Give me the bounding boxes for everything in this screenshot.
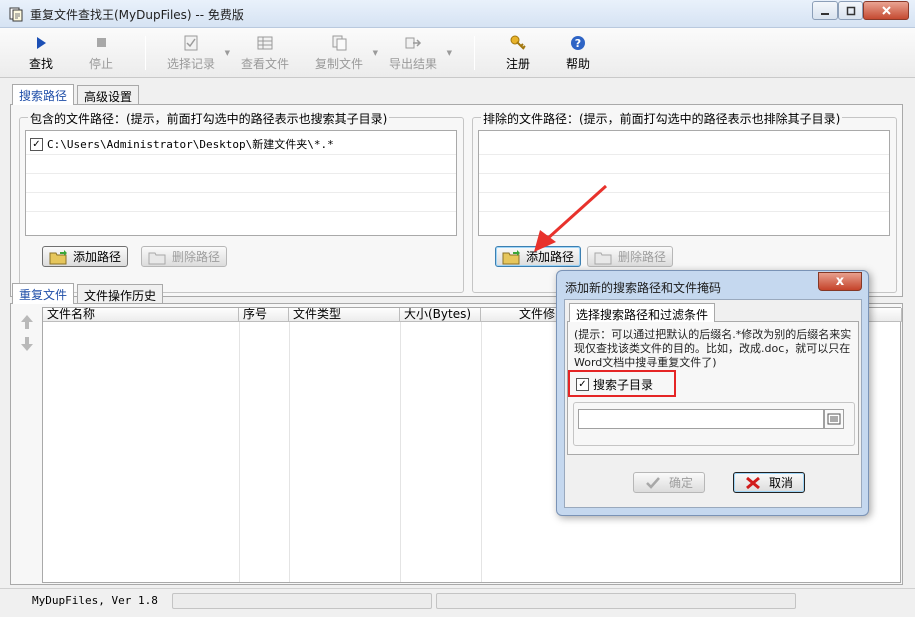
minimize-icon (821, 12, 829, 15)
help-button[interactable]: ? 帮助 (545, 31, 611, 75)
tab-file-history[interactable]: 文件操作历史 (77, 284, 164, 304)
arrow-up-icon[interactable] (18, 313, 36, 331)
list-item[interactable]: ✓ C:\Users\Administrator\Desktop\新建文件夹\*… (30, 136, 334, 152)
include-paths-group: 包含的文件路径：(提示，前面打勾选中的路径表示也搜索其子目录) ✓ C:\Use… (19, 110, 464, 293)
folder-remove-icon (148, 252, 166, 264)
dialog-close-button[interactable]: x (818, 272, 862, 291)
include-paths-list[interactable]: ✓ C:\Users\Administrator\Desktop\新建文件夹\*… (25, 130, 457, 236)
checklist-icon (184, 35, 198, 51)
export-results-button[interactable]: 导出结果 ▼ (380, 31, 452, 75)
dropdown-arrow-icon[interactable]: ▼ (225, 49, 230, 57)
tab-advanced-settings[interactable]: 高级设置 (77, 85, 140, 105)
title-bar: 重复文件查找王(MyDupFiles) -- 免费版 (0, 0, 915, 28)
version-label: MyDupFiles, Ver 1.8 (32, 594, 158, 607)
minimize-button[interactable] (812, 1, 838, 20)
path-input[interactable] (578, 409, 824, 429)
path-input-group (573, 402, 855, 446)
add-path-button[interactable]: 添加路径 (42, 246, 129, 267)
annotation-arrow (534, 184, 608, 252)
select-records-button[interactable]: 选择记录 ▼ (158, 31, 230, 75)
copy-file-button[interactable]: 复制文件 ▼ (306, 31, 378, 75)
status-cell (436, 593, 796, 609)
remove-path-button[interactable]: 删除路径 (141, 246, 228, 267)
status-cell (172, 593, 432, 609)
close-icon: x (835, 274, 845, 289)
check-icon (646, 476, 660, 489)
svg-text:?: ? (575, 37, 581, 50)
close-icon (881, 6, 891, 15)
window-title: 重复文件查找王(MyDupFiles) -- 免费版 (30, 8, 244, 22)
view-file-button[interactable]: 查看文件 (232, 31, 298, 75)
include-paths-legend: 包含的文件路径：(提示，前面打勾选中的路径表示也搜索其子目录) (28, 110, 390, 127)
browse-icon (827, 413, 841, 425)
folder-add-icon (49, 249, 67, 264)
dialog-body: 选择搜索路径和过滤条件 (提示：可以通过把默认的后缀名.*修改为别的后缀名来实现… (564, 299, 862, 508)
column-header-size[interactable]: 大小(Bytes) (400, 308, 481, 322)
maximize-button[interactable] (838, 1, 863, 20)
ok-button[interactable]: 确定 (633, 472, 705, 493)
add-path-dialog: 添加新的搜索路径和文件掩码 x 选择搜索路径和过滤条件 (提示：可以通过把默认的… (556, 270, 869, 516)
path-checkbox[interactable]: ✓ (30, 137, 43, 151)
app-icon (9, 7, 23, 22)
arrow-down-icon[interactable] (18, 335, 36, 353)
stop-icon (97, 38, 106, 47)
copy-icon (332, 35, 347, 51)
export-icon (405, 37, 422, 49)
column-header-file-name[interactable]: 文件名称 (43, 308, 239, 322)
dropdown-arrow-icon[interactable]: ▼ (373, 49, 378, 57)
register-button[interactable]: 注册 (485, 31, 551, 75)
play-icon (37, 37, 46, 49)
tab-search-path[interactable]: 搜索路径 (12, 84, 75, 105)
dropdown-arrow-icon[interactable]: ▼ (447, 49, 452, 57)
path-filter-panel: (提示：可以通过把默认的后缀名.*修改为别的后缀名来实现仅查找该类文件的目的。比… (567, 321, 859, 455)
highlight-box (568, 370, 676, 397)
column-header-index[interactable]: 序号 (239, 308, 289, 322)
cancel-icon (746, 476, 760, 489)
close-button[interactable] (863, 1, 909, 20)
search-button[interactable]: 查找 (8, 31, 74, 75)
key-icon (510, 35, 526, 50)
browse-folder-button[interactable] (824, 409, 844, 429)
path-text: C:\Users\Administrator\Desktop\新建文件夹\*.* (47, 138, 334, 151)
maximize-icon (846, 6, 855, 15)
toolbar-separator (474, 36, 475, 70)
table-icon (257, 36, 273, 50)
toolbar: 查找 停止 选择记录 ▼ 查看文件 复制文件 ▼ 导出结果 ▼ 注册 ? 帮助 (0, 28, 915, 78)
dialog-title: 添加新的搜索路径和文件掩码 (565, 281, 722, 295)
column-header-file-type[interactable]: 文件类型 (289, 308, 400, 322)
row-move-controls (18, 313, 38, 353)
exclude-paths-legend: 排除的文件路径：(提示，前面打勾选中的路径表示也排除其子目录) (481, 110, 843, 127)
toolbar-separator (145, 36, 146, 70)
stop-button[interactable]: 停止 (68, 31, 134, 75)
help-icon: ? (571, 36, 585, 50)
cancel-button[interactable]: 取消 (733, 472, 805, 493)
search-path-panel: 包含的文件路径：(提示，前面打勾选中的路径表示也搜索其子目录) ✓ C:\Use… (10, 104, 903, 297)
hint-text: (提示：可以通过把默认的后缀名.*修改为别的后缀名来实现仅查找该类文件的目的。比… (574, 328, 852, 369)
tab-duplicate-files[interactable]: 重复文件 (12, 283, 75, 304)
status-bar: MyDupFiles, Ver 1.8 (0, 588, 915, 617)
folder-add-icon (502, 249, 520, 264)
tab-path-filter[interactable]: 选择搜索路径和过滤条件 (569, 303, 716, 322)
